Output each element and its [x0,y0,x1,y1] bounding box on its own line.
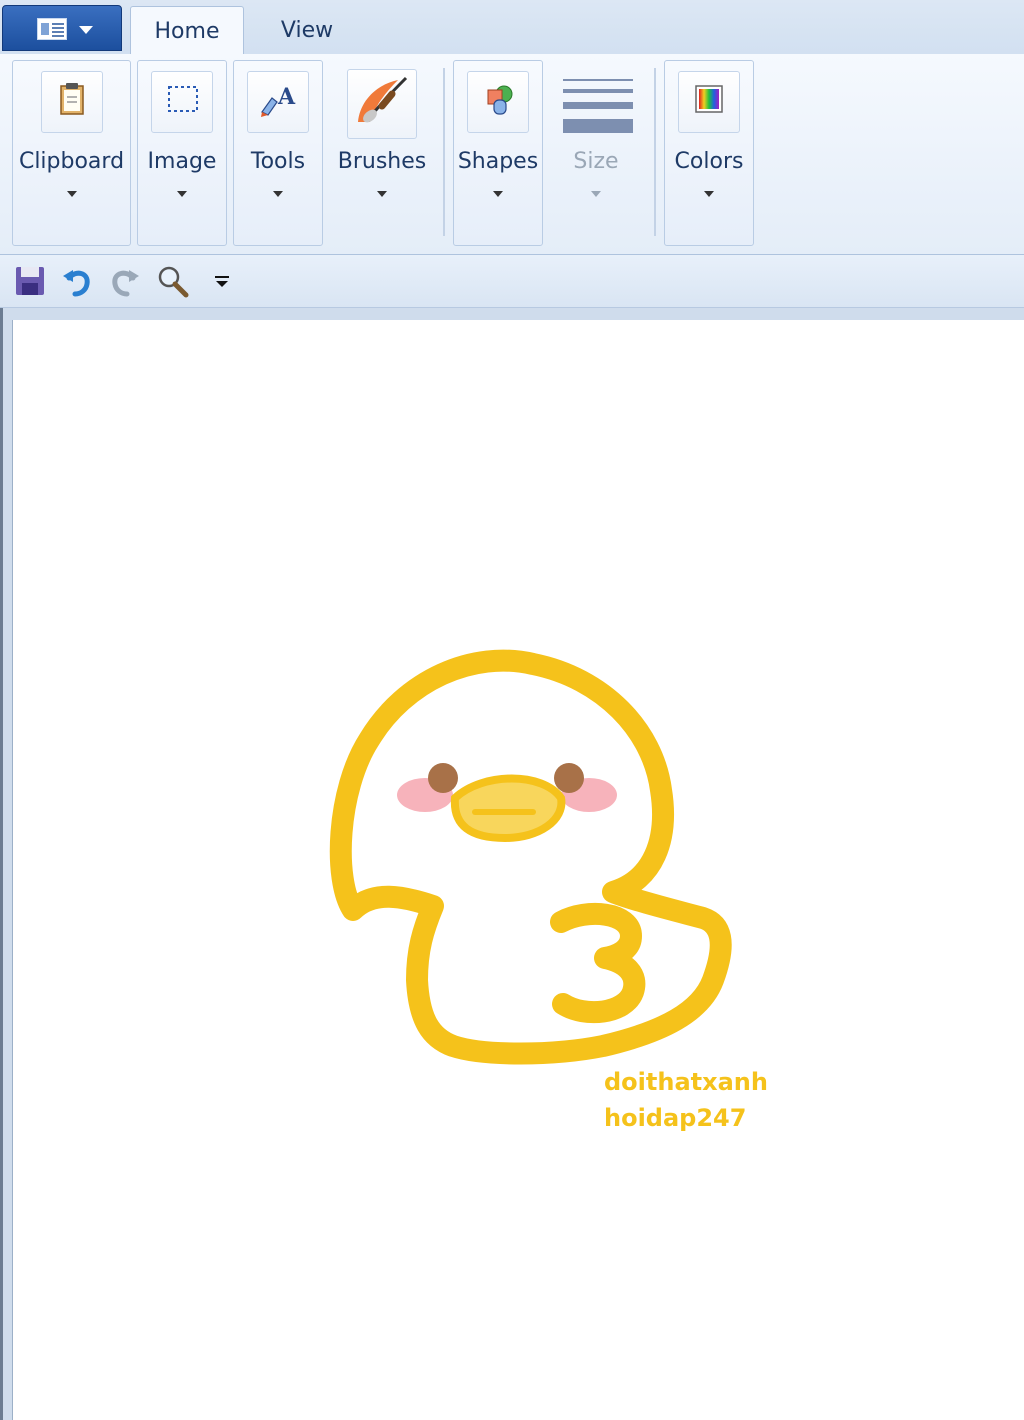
customize-toolbar-button[interactable] [204,263,240,299]
chevron-down-icon [79,26,93,34]
tools-group[interactable]: A Tools [233,60,323,246]
save-button[interactable] [12,263,48,299]
brushes-label: Brushes [337,149,427,174]
size-icon [563,79,633,133]
ribbon-separator [443,68,445,236]
brushes-group[interactable]: Brushes [329,60,435,246]
shapes-icon [487,85,513,115]
redo-button[interactable] [106,263,142,299]
duck-drawing [329,649,732,1065]
clipboard-icon [59,83,84,115]
canvas-area [0,308,1024,1420]
chevron-down-icon [177,191,187,197]
chevron-down-icon [591,191,601,197]
image-group[interactable]: Image [137,60,227,246]
colors-icon [695,85,723,113]
select-icon [168,86,198,112]
tab-home[interactable]: Home [130,6,244,55]
chevron-down-icon [66,191,77,197]
save-icon [16,267,44,295]
clipboard-group[interactable]: Clipboard [12,60,131,246]
window-left-border [0,308,3,1420]
shapes-button[interactable] [467,71,529,133]
undo-icon [63,270,90,297]
tab-view[interactable]: View [250,6,364,54]
size-label: Size [573,149,619,174]
tools-icon: A [261,84,296,117]
colors-button[interactable] [678,71,740,133]
zoom-icon [158,266,189,298]
shapes-label: Shapes [457,149,539,174]
chevron-down-icon [704,191,714,197]
clipboard-button[interactable] [40,71,103,133]
app-menu-button[interactable] [2,5,122,51]
drawing-canvas[interactable] [12,320,1024,1420]
clipboard-label: Clipboard [18,149,125,174]
quick-access-toolbar [0,255,1024,308]
colors-label: Colors [674,149,744,174]
brush-icon [358,76,408,123]
colors-group[interactable]: Colors [664,60,754,246]
image-label: Image [147,149,217,174]
tools-button[interactable]: A [247,71,309,133]
chevron-down-icon [377,191,387,197]
chevron-down-icon [493,191,503,197]
size-group[interactable]: Size [548,60,644,246]
redo-icon [112,270,139,297]
tools-label: Tools [250,149,306,174]
zoom-button[interactable] [154,263,190,299]
watermark-line-1: doithatxanh [604,1068,768,1096]
customize-dropdown-icon [215,276,229,287]
svg-text:A: A [277,84,296,110]
shapes-group[interactable]: Shapes [453,60,543,246]
chevron-down-icon [273,191,283,197]
document-icon [37,18,67,40]
watermark-line-2: hoidap247 [604,1104,747,1132]
brushes-button[interactable] [347,69,417,139]
ribbon-separator [654,68,656,236]
select-button[interactable] [151,71,213,133]
undo-button[interactable] [60,263,96,299]
canvas-watermark-text: doithatxanh hoidap247 [604,1064,768,1136]
ribbon-tab-strip: Home View [0,0,1024,55]
ribbon: Clipboard Image A Tools Brushes Shapes S… [0,54,1024,255]
